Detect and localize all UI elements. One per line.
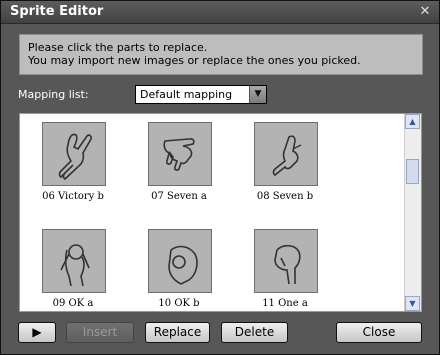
scroll-down-button[interactable]: ▼ — [405, 296, 420, 311]
instructions-panel: Please click the parts to replace. You m… — [19, 34, 423, 75]
scroll-up-button[interactable]: ▲ — [405, 114, 420, 129]
seven-hand-icon[interactable] — [254, 122, 318, 186]
replace-button[interactable]: Replace — [145, 322, 210, 343]
play-button[interactable]: ▶ — [18, 322, 56, 343]
sprite-editor-window: Sprite Editor ✕ Please click the parts t… — [0, 0, 440, 355]
close-button[interactable]: Close — [336, 322, 422, 343]
insert-button[interactable]: Insert — [66, 322, 134, 343]
close-icon[interactable]: ✕ — [417, 4, 433, 20]
chevron-down-icon[interactable]: ▼ — [249, 86, 266, 103]
instruction-line-1: Please click the parts to replace. — [28, 41, 208, 54]
sprite-label: 06 Victory b — [42, 191, 104, 202]
sprite-label: 07 Seven a — [151, 191, 207, 202]
title-bar[interactable]: Sprite Editor ✕ — [1, 1, 439, 24]
ok-hand-icon[interactable] — [148, 229, 212, 293]
sprite-label: 10 OK b — [158, 298, 200, 309]
seven-hand-icon[interactable] — [148, 122, 212, 186]
instruction-line-2: You may import new images or replace the… — [28, 54, 361, 67]
vertical-scrollbar[interactable]: ▲ ▼ — [404, 114, 421, 311]
window-title: Sprite Editor — [10, 4, 104, 19]
mapping-selected-value: Default mapping — [140, 88, 233, 101]
sprite-label: 11 One a — [262, 298, 308, 309]
mapping-list-label: Mapping list: — [18, 88, 89, 101]
delete-button[interactable]: Delete — [221, 322, 288, 343]
sprite-label: 09 OK a — [52, 298, 94, 309]
sprite-list: 06 Victory b 07 Seven a 08 Seven b 09 OK… — [19, 113, 422, 312]
scroll-thumb[interactable] — [406, 159, 419, 184]
one-hand-icon[interactable] — [254, 229, 318, 293]
mapping-list-dropdown[interactable]: Default mapping ▼ — [135, 85, 267, 104]
sprite-label: 08 Seven b — [256, 191, 314, 202]
victory-hand-icon[interactable] — [42, 122, 106, 186]
ok-hand-icon[interactable] — [42, 229, 106, 293]
